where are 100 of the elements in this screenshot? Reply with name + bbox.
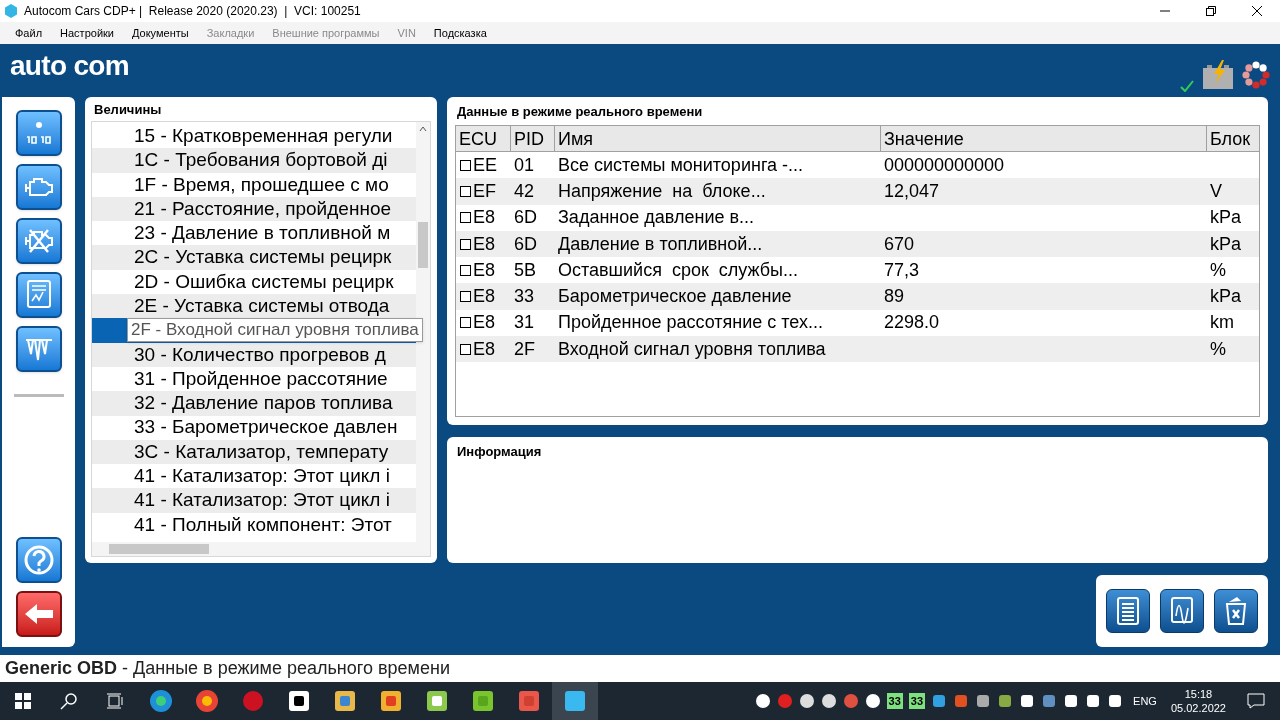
list-button[interactable] (1106, 589, 1150, 633)
table-cell-text: 12,047 (883, 179, 941, 203)
table-cell-text: Давление в топливной... (557, 232, 764, 256)
row-checkbox[interactable] (460, 185, 471, 197)
help-button[interactable] (15, 537, 62, 583)
battery-icon (1202, 60, 1234, 90)
teeth-icon (23, 336, 54, 362)
table-cell-text: Пройденное рассотяние с тех... (557, 311, 824, 335)
table-cell-text: 6D (513, 232, 538, 256)
scrollbar-thumb[interactable] (109, 544, 209, 554)
tree-item[interactable]: 2C - Уставка системы рецирк (92, 245, 416, 270)
tools-button[interactable] (15, 326, 62, 372)
graph-button[interactable] (1160, 589, 1204, 633)
app-icon (425, 689, 449, 713)
row-checkbox[interactable] (460, 291, 471, 303)
column-header[interactable]: Блок (1207, 126, 1259, 151)
tree-item[interactable]: 21 - Расстояние, пройденное (92, 196, 416, 222)
task-view-icon (106, 693, 124, 709)
table-cell-text: E8 (473, 206, 496, 230)
tray-counter[interactable]: 33 (908, 693, 926, 709)
table-cell-text: 33 (513, 285, 536, 309)
scroll-up-icon[interactable] (419, 126, 427, 132)
app-icon (4, 4, 18, 18)
table-cell-text: kPa (1209, 232, 1243, 256)
table-cell-text: Барометрическое давление (557, 285, 793, 309)
engine-button[interactable] (15, 164, 62, 210)
menu-item[interactable]: Настройки (53, 24, 121, 42)
app-icon (471, 689, 495, 713)
app-icon (379, 689, 403, 713)
table-cell-text: V (1209, 179, 1223, 203)
menu-item[interactable]: Документы (125, 24, 196, 42)
table-cell-text: 000000000000 (883, 153, 1006, 177)
delete-button[interactable] (1214, 589, 1258, 633)
close-icon (1252, 6, 1262, 16)
menu-item[interactable]: Файл (8, 24, 50, 42)
app-icon (333, 689, 357, 713)
row-checkbox[interactable] (460, 317, 471, 329)
engine-crossed-icon (23, 228, 54, 254)
tree-item[interactable]: 3C - Катализатор, температу (92, 439, 416, 465)
app-icon (195, 689, 219, 713)
table-cell-text: 2298.0 (883, 311, 941, 335)
horizontal-scrollbar[interactable] (92, 542, 430, 556)
help-icon (22, 544, 55, 576)
table-cell-text: E8 (473, 232, 496, 256)
live-data-button[interactable] (15, 272, 62, 318)
panel-title: Информация (457, 444, 542, 459)
back-button[interactable] (15, 591, 62, 637)
status-text: Generic OBD - Данные в режиме реального времени (5, 657, 450, 680)
table-cell-text: E8 (473, 258, 496, 282)
row-checkbox[interactable] (460, 343, 471, 355)
app-icon (517, 689, 541, 713)
table-cell-text: 89 (883, 285, 906, 309)
app-icon (241, 689, 265, 713)
scrollbar-thumb[interactable] (418, 222, 428, 268)
chart-device-icon (24, 279, 53, 311)
data-icon-button[interactable] (15, 110, 62, 156)
logo: auto com (10, 52, 129, 80)
app-icon (287, 689, 311, 713)
restore-icon (1206, 6, 1216, 16)
row-checkbox[interactable] (460, 238, 471, 250)
panel-title: Данные в режиме реального времени (456, 103, 704, 121)
clock[interactable]: 15:18 05.02.2022 (1166, 687, 1230, 715)
table-cell-text: % (1209, 337, 1227, 361)
search-icon (60, 692, 78, 710)
panel-title: Величины (93, 101, 163, 119)
table-cell-text: Все системы мониторинга -... (557, 153, 805, 177)
table-cell-text: EF (473, 179, 496, 203)
table-cell-text: EE (473, 153, 497, 177)
tree-item[interactable]: 1C - Требования бортовой ді (92, 148, 416, 173)
column-header[interactable]: PID (511, 126, 555, 151)
table-cell-text: Напряжение на блоке... (557, 179, 767, 203)
table-cell-text: kPa (1209, 206, 1243, 230)
table-cell-text: E8 (473, 311, 496, 335)
row-checkbox[interactable] (460, 159, 471, 171)
table-cell-text: E8 (473, 285, 496, 309)
language-indicator[interactable]: ENG (1129, 692, 1161, 710)
tree-item[interactable]: 2E - Уставка системы отвода (92, 294, 416, 319)
table-cell-text: Заданное давление в... (557, 206, 756, 230)
row-checkbox[interactable] (460, 212, 471, 224)
tree-item[interactable]: 41 - Катализатор: Этот цикл і (92, 488, 416, 513)
table-cell-text: 31 (513, 311, 536, 335)
table-cell-text: Оставшийся срок службы... (557, 258, 799, 282)
app-icon (563, 689, 587, 713)
list-icon (1117, 597, 1139, 625)
minimize-icon (1160, 10, 1170, 12)
table-cell-text: 670 (883, 232, 916, 256)
menu-item[interactable]: Подсказка (426, 24, 494, 42)
table-cell-text: E8 (473, 337, 496, 361)
column-header[interactable]: ECU (456, 126, 511, 151)
app-icon (149, 689, 173, 713)
chat-icon (1247, 693, 1265, 709)
column-header[interactable]: Имя (555, 126, 881, 151)
column-header[interactable]: Значение (881, 126, 1207, 151)
tree-item[interactable]: 30 - Количество прогревов д (92, 342, 416, 367)
tree-item[interactable]: 32 - Давление паров топлива (92, 391, 416, 416)
clear-codes-button[interactable] (15, 218, 62, 264)
check-icon (1180, 80, 1194, 92)
table-cell-text: 42 (513, 179, 536, 203)
tray-counter[interactable]: 33 (886, 693, 903, 709)
row-checkbox[interactable] (460, 264, 471, 276)
